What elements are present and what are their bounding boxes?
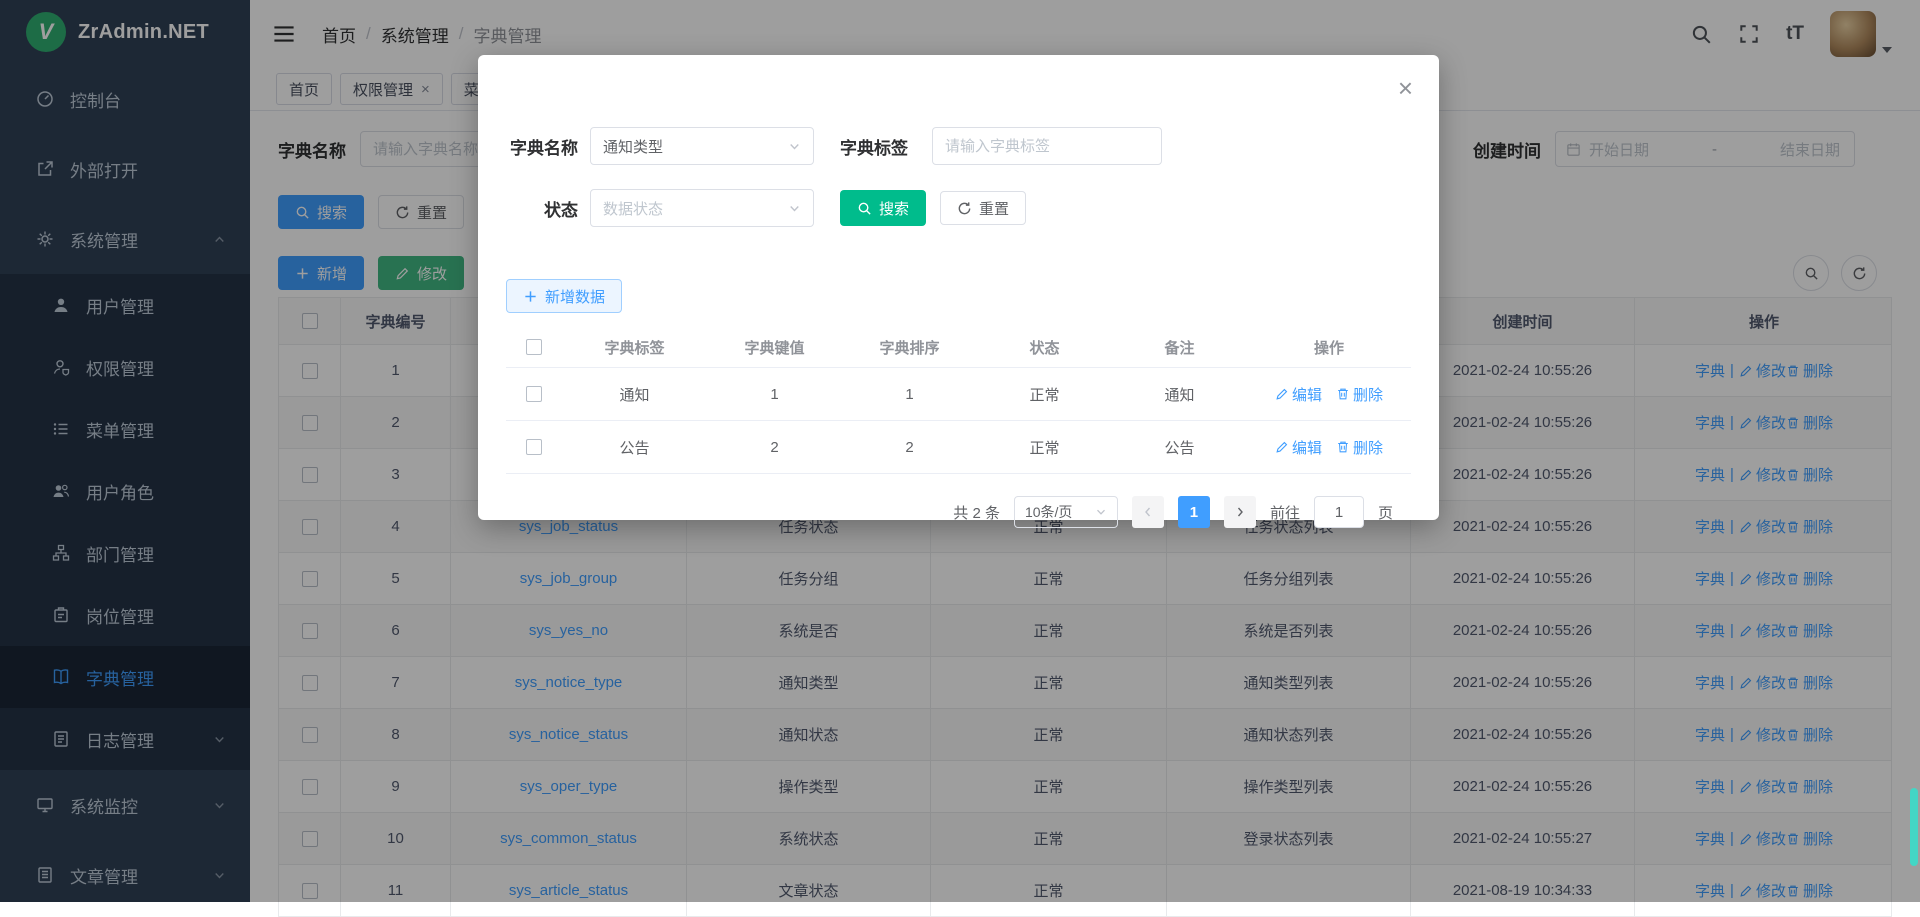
- header-dict-value: 字典键值: [707, 337, 842, 358]
- remark-cell: 公告: [1112, 437, 1247, 458]
- chevron-down-icon: [788, 202, 801, 215]
- goto-label: 前往: [1270, 502, 1300, 523]
- page-number-button[interactable]: 1: [1178, 496, 1210, 528]
- remark-cell: 通知: [1112, 384, 1247, 405]
- row-edit-link[interactable]: 编辑: [1275, 437, 1322, 458]
- status-cell: 正常: [977, 384, 1112, 405]
- table-row: 公告 2 2 正常 公告 编辑 删除: [506, 421, 1411, 474]
- next-page-button[interactable]: [1224, 496, 1256, 528]
- dialog-reset-button[interactable]: 重置: [940, 191, 1026, 225]
- delete-icon: [1336, 387, 1350, 401]
- select-placeholder: 数据状态: [603, 198, 663, 219]
- chevron-down-icon: [788, 140, 801, 153]
- header-dict-sort: 字典排序: [842, 337, 977, 358]
- dict-tag-cell: 公告: [562, 437, 707, 458]
- dict-sort-cell: 2: [842, 439, 977, 456]
- header-status: 状态: [977, 337, 1112, 358]
- select-all-checkbox[interactable]: [526, 339, 542, 355]
- row-checkbox[interactable]: [526, 386, 542, 402]
- header-remark: 备注: [1112, 337, 1247, 358]
- table-row: 通知 1 1 正常 通知 编辑 删除: [506, 368, 1411, 421]
- dialog-form-row: 状态 数据状态 搜索 重置: [506, 189, 1411, 227]
- dict-tag-cell: 通知: [562, 384, 707, 405]
- row-checkbox[interactable]: [526, 439, 542, 455]
- add-data-button[interactable]: 新增数据: [506, 279, 622, 313]
- row-delete-link[interactable]: 删除: [1336, 437, 1383, 458]
- search-icon: [857, 201, 872, 216]
- dict-name-select[interactable]: 通知类型: [590, 127, 814, 165]
- selected-value: 通知类型: [603, 136, 663, 157]
- edit-icon: [1275, 387, 1289, 401]
- dict-tag-label: 字典标签: [840, 134, 908, 159]
- goto-page-input[interactable]: [1314, 496, 1364, 528]
- dict-name-label: 字典名称: [506, 134, 578, 159]
- status-select[interactable]: 数据状态: [590, 189, 814, 227]
- status-cell: 正常: [977, 437, 1112, 458]
- dict-tag-input[interactable]: [932, 127, 1162, 165]
- chevron-down-icon: [1095, 506, 1107, 518]
- plus-icon: [523, 289, 538, 304]
- dialog-filter-form: 字典名称 通知类型 字典标签 状态 数据状态 搜索: [506, 55, 1411, 528]
- page-size-value: 10条/页: [1025, 502, 1072, 522]
- dialog-form-row: 字典名称 通知类型 字典标签: [506, 127, 1411, 165]
- chevron-right-icon: [1234, 506, 1246, 518]
- pagination: 共 2 条 10条/页 1 前往 页: [506, 496, 1411, 528]
- edit-icon: [1275, 440, 1289, 454]
- page-unit-label: 页: [1378, 502, 1393, 523]
- header-dict-tag: 字典标签: [562, 337, 707, 358]
- chevron-left-icon: [1142, 506, 1154, 518]
- pagination-total: 共 2 条: [953, 502, 1000, 523]
- row-actions: 编辑 删除: [1247, 437, 1411, 458]
- dict-value-cell: 2: [707, 439, 842, 456]
- status-label: 状态: [506, 196, 578, 221]
- refresh-icon: [957, 201, 972, 216]
- dict-value-cell: 1: [707, 386, 842, 403]
- close-icon[interactable]: ×: [1398, 75, 1413, 101]
- dict-data-table-body: 通知 1 1 正常 通知 编辑 删除 公告 2 2 正常 公告 编辑 删除: [506, 368, 1411, 474]
- delete-icon: [1336, 440, 1350, 454]
- app-root: V ZrAdmin.NET 控制台 外部打开 系统管理 用户管理: [0, 0, 1920, 902]
- dict-data-table-header: 字典标签 字典键值 字典排序 状态 备注 操作: [506, 327, 1411, 368]
- page-size-select[interactable]: 10条/页: [1014, 496, 1118, 528]
- prev-page-button[interactable]: [1132, 496, 1164, 528]
- dict-data-dialog: × 字典名称 通知类型 字典标签 状态 数据状态 搜索: [478, 55, 1439, 520]
- scrollbar-thumb[interactable]: [1910, 788, 1918, 866]
- row-actions: 编辑 删除: [1247, 384, 1411, 405]
- dict-sort-cell: 1: [842, 386, 977, 403]
- row-edit-link[interactable]: 编辑: [1275, 384, 1322, 405]
- dict-data-table: 字典标签 字典键值 字典排序 状态 备注 操作 通知 1 1 正常 通知 编辑 …: [506, 327, 1411, 474]
- row-delete-link[interactable]: 删除: [1336, 384, 1383, 405]
- dialog-search-button[interactable]: 搜索: [840, 190, 926, 226]
- header-action: 操作: [1247, 337, 1411, 358]
